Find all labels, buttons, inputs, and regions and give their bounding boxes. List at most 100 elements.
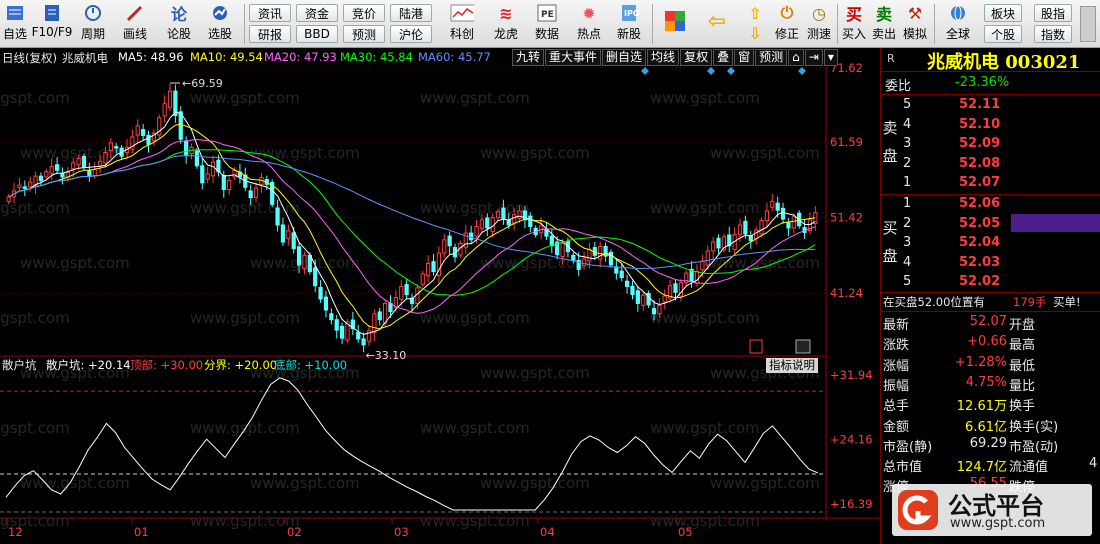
remove-watchlist-button[interactable]: 删自选 bbox=[602, 49, 647, 66]
buy-level-row[interactable]: 4 52.03 bbox=[881, 254, 1100, 273]
revise-button[interactable]: ⏻ 修正 bbox=[772, 2, 802, 46]
stock-index-button[interactable]: 股指 bbox=[1034, 4, 1072, 22]
auction-button[interactable]: 竞价 bbox=[343, 4, 385, 22]
stat-value: 6.61亿 bbox=[965, 419, 1007, 435]
page-up-button[interactable]: ⇧ ⇩ bbox=[742, 2, 768, 46]
toolbar-pick-button[interactable]: 选股 bbox=[202, 2, 238, 46]
candle-body bbox=[275, 207, 280, 226]
hk-connect-button[interactable]: 陆港 bbox=[390, 4, 432, 22]
brand-watermark: 公式平台 www.gspt.com bbox=[892, 484, 1092, 536]
candle-body bbox=[339, 325, 345, 339]
buy-button[interactable]: 买 买入 bbox=[840, 2, 868, 46]
sell-level-row[interactable]: 4 52.10 bbox=[881, 116, 1100, 135]
ma10-label: MA10: 49.54 bbox=[190, 50, 263, 64]
window-button[interactable]: 窗 bbox=[734, 49, 755, 66]
quote-panel: R 兆威机电 003021 委比 -23.36% 5 52.11 4 52.10 3 52… bbox=[880, 48, 1100, 544]
candle-body bbox=[651, 308, 657, 315]
chart-watermark-text: www.gspt.com bbox=[20, 254, 130, 272]
buy-level-price: 52.03 bbox=[959, 254, 1001, 270]
indicator-tick-label: +24.16 bbox=[830, 433, 873, 447]
chart-watermark-text: www.gspt.com bbox=[480, 144, 590, 162]
period-label: 日线(复权) bbox=[2, 51, 57, 65]
sell-level-row[interactable]: 1 52.07 bbox=[881, 174, 1100, 193]
research-button[interactable]: 研报 bbox=[249, 25, 291, 43]
toolbar-label: 新股 bbox=[616, 27, 641, 41]
sci-tech-button[interactable]: 科创 bbox=[443, 2, 481, 46]
chart-watermark-text: www.gspt.com bbox=[250, 474, 360, 492]
indicator-help-button[interactable]: 指标说明 bbox=[766, 358, 818, 373]
sell-level-price: 52.09 bbox=[959, 136, 1001, 152]
shanghai-london-button[interactable]: 沪伦 bbox=[390, 25, 432, 43]
speed-test-button[interactable]: ◷ 测速 bbox=[804, 2, 834, 46]
toolbar-label: 全球 bbox=[945, 27, 970, 41]
adjust-button[interactable]: 复权 bbox=[680, 49, 713, 66]
candle-body bbox=[361, 338, 366, 346]
simulate-button[interactable]: ⚒ 模拟 bbox=[900, 2, 930, 46]
sell-level-row[interactable]: 5 52.11 bbox=[881, 96, 1100, 115]
forecast-button[interactable]: 预测 bbox=[343, 25, 385, 43]
global-button[interactable]: 全球 bbox=[938, 2, 978, 46]
toolbar-scroll-handle[interactable] bbox=[1080, 6, 1096, 42]
ipo-button[interactable]: IPO 新股 bbox=[612, 2, 646, 46]
candle-body bbox=[447, 235, 452, 247]
stat-label: 金额 bbox=[883, 419, 910, 435]
candle-body bbox=[431, 261, 436, 273]
buy-level-row[interactable]: 3 52.04 bbox=[881, 234, 1100, 253]
buy-level-price: 52.06 bbox=[959, 196, 1001, 211]
layout-grid-button[interactable] bbox=[660, 2, 690, 46]
fund-button[interactable]: 资金 bbox=[296, 4, 338, 22]
bbd-button[interactable]: BBD bbox=[296, 25, 338, 43]
stat-value-2: 4 bbox=[1089, 456, 1098, 472]
toolbar-zixuan-button[interactable]: 自选 bbox=[0, 2, 30, 46]
candle-body bbox=[286, 230, 291, 239]
dragon-tiger-button[interactable]: ≋ 龙虎 bbox=[488, 2, 524, 46]
lock-icon[interactable]: ⌂ bbox=[788, 49, 804, 66]
stat-value: 4.75% bbox=[965, 374, 1007, 390]
buy-level-row[interactable]: 1 52.06 bbox=[881, 195, 1100, 214]
back-button[interactable]: ⇦ bbox=[702, 2, 732, 46]
buy-level-price: 52.04 bbox=[959, 235, 1001, 251]
toolbar-draw-button[interactable]: 画线 bbox=[118, 2, 152, 46]
hotspot-button[interactable]: ✹ 热点 bbox=[572, 2, 606, 46]
stat-row: 金额 6.61亿 换手(实) bbox=[881, 415, 1100, 435]
stat-label: 总手 bbox=[883, 399, 910, 415]
candle-body bbox=[302, 254, 307, 270]
ma-button[interactable]: 均线 bbox=[647, 49, 680, 66]
major-events-button[interactable]: 重大事件 bbox=[545, 49, 602, 66]
candle-body bbox=[716, 237, 721, 249]
stat-label-2: 流通值 bbox=[1009, 460, 1049, 476]
menu-dropdown-icon[interactable]: ▾ bbox=[823, 49, 838, 66]
chart-watermark-text: www.gspt.com bbox=[190, 419, 300, 437]
stat-value: +0.66 bbox=[967, 334, 1007, 350]
candle-body bbox=[560, 242, 565, 257]
rank-marker-icon bbox=[795, 339, 811, 354]
overlay-button[interactable]: 叠 bbox=[713, 49, 734, 66]
sell-level-row[interactable]: 2 52.08 bbox=[881, 155, 1100, 174]
sector-button[interactable]: 板块 bbox=[984, 4, 1022, 22]
predict-button[interactable]: 预测 bbox=[755, 49, 788, 66]
kline-chart-area: www.gspt.com www.gspt.com www.gspt.com www.… bbox=[0, 48, 880, 544]
data-button[interactable]: PE 数据 bbox=[530, 2, 564, 46]
chart-watermark-text: www.gspt.com bbox=[480, 474, 590, 492]
candle-body bbox=[743, 220, 748, 235]
sell-level-row[interactable]: 3 52.09 bbox=[881, 135, 1100, 154]
toolbar-discuss-button[interactable]: 论 论股 bbox=[162, 2, 196, 46]
candle-body bbox=[323, 296, 329, 311]
toolbar-period-button[interactable]: 周期 bbox=[76, 2, 110, 46]
buy-level-number: 3 bbox=[903, 235, 912, 251]
stat-value: 124.7亿 bbox=[956, 460, 1007, 476]
buy-level-row[interactable]: 5 52.02 bbox=[881, 273, 1100, 292]
sell-button[interactable]: 卖 卖出 bbox=[870, 2, 898, 46]
toolbar-f10-button[interactable]: F10/F9 bbox=[32, 2, 72, 46]
nine-turn-button[interactable]: 九转 bbox=[512, 49, 545, 66]
index-button[interactable]: 指数 bbox=[1034, 25, 1072, 43]
stat-label: 振幅 bbox=[883, 378, 910, 394]
candle-body bbox=[495, 211, 501, 219]
next-icon[interactable]: ⇥ bbox=[804, 49, 823, 66]
news-button[interactable]: 资讯 bbox=[249, 4, 291, 22]
stat-label: 市盈(静) bbox=[883, 439, 933, 455]
single-stock-button[interactable]: 个股 bbox=[984, 25, 1022, 43]
indicator-bottom: 底部: +10.00 bbox=[274, 358, 348, 372]
candle-body bbox=[184, 140, 189, 156]
candle-body bbox=[60, 173, 65, 178]
